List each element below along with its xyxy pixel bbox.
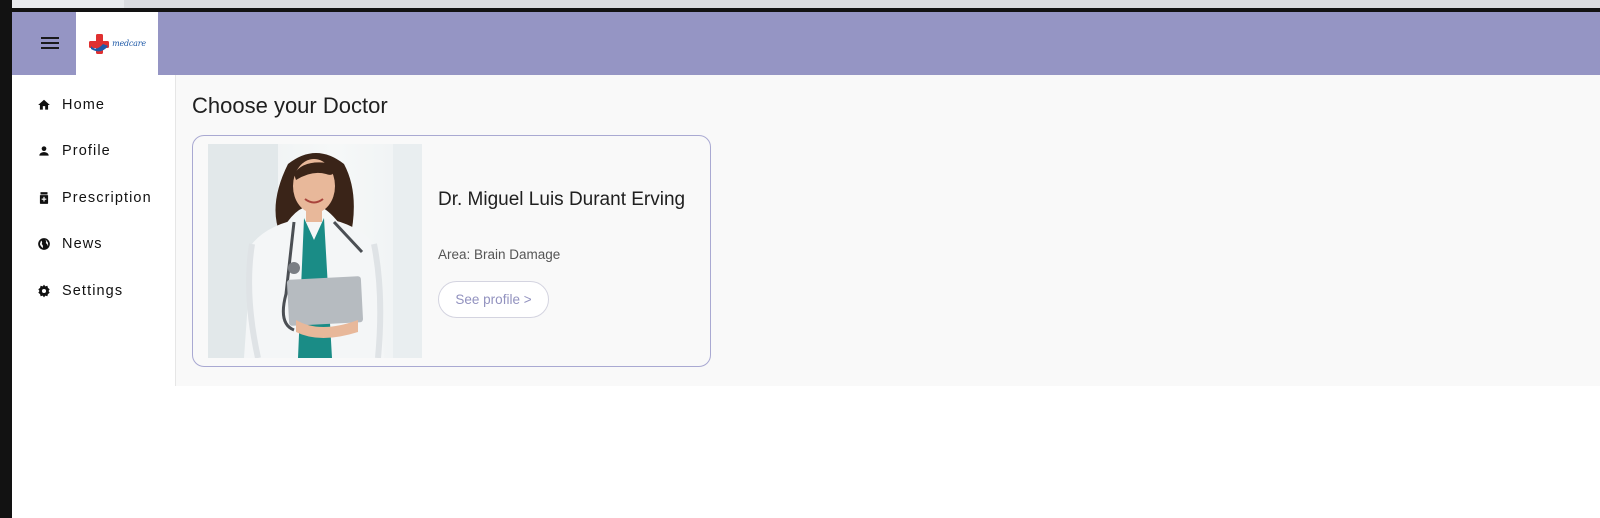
sidebar-item-settings[interactable]: Settings xyxy=(12,271,175,311)
home-icon xyxy=(37,98,51,112)
main-content: Choose your Doctor Dr. Miguel Luis Duran… xyxy=(176,75,1600,386)
logo-wordmark: medcare xyxy=(112,39,146,48)
hamburger-menu-icon xyxy=(41,37,59,49)
medical-cross-logo-icon xyxy=(89,33,110,54)
sidebar-item-label: News xyxy=(62,236,103,252)
sidebar-item-label: Home xyxy=(62,97,106,113)
doctor-area: Area: Brain Damage xyxy=(438,247,561,262)
sidebar-item-label: Settings xyxy=(62,283,124,299)
medication-icon xyxy=(37,191,51,205)
page-title: Choose your Doctor xyxy=(192,93,388,118)
sidebar-item-news[interactable]: News xyxy=(12,224,175,264)
globe-icon xyxy=(37,237,51,251)
gear-icon xyxy=(37,284,51,298)
app-logo[interactable]: medcare xyxy=(76,12,158,75)
sidebar-nav: Home Profile Prescription News Settings xyxy=(12,75,176,386)
doctor-card[interactable]: Dr. Miguel Luis Durant Erving Area: Brai… xyxy=(192,135,711,367)
sidebar-item-label: Profile xyxy=(62,143,111,159)
app-window: medcare Home Profile Prescription News S… xyxy=(12,12,1600,518)
doctor-photo xyxy=(208,144,422,358)
see-profile-button[interactable]: See profile > xyxy=(438,281,549,318)
sidebar-item-profile[interactable]: Profile xyxy=(12,131,175,171)
sidebar-item-label: Prescription xyxy=(62,190,152,206)
sidebar-item-prescription[interactable]: Prescription xyxy=(12,178,175,218)
browser-chrome xyxy=(0,0,1600,12)
top-app-bar: medcare xyxy=(12,12,1600,75)
doctor-name: Dr. Miguel Luis Durant Erving xyxy=(438,189,686,210)
sidebar-item-home[interactable]: Home xyxy=(12,85,175,125)
person-icon xyxy=(37,144,51,158)
menu-button[interactable] xyxy=(38,34,62,52)
browser-tab-strip xyxy=(12,0,1600,8)
